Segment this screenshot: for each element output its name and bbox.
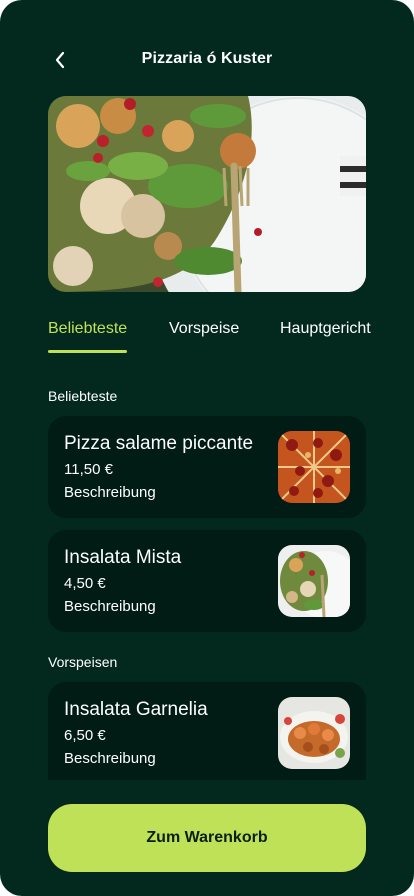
tab-beliebteste[interactable]: Beliebteste bbox=[48, 320, 127, 338]
mixed-salad-image bbox=[278, 545, 350, 617]
item-name: Pizza salame piccante bbox=[64, 433, 254, 454]
shrimp-platter-image bbox=[278, 697, 350, 769]
header: Pizzaria ó Kuster bbox=[0, 40, 414, 80]
pizza-image bbox=[278, 431, 350, 503]
item-description: Beschreibung bbox=[64, 750, 156, 767]
go-to-cart-button[interactable]: Zum Warenkorb bbox=[48, 804, 366, 872]
menu-item-card[interactable]: Insalata Garnelia 6,50 € Beschreibung bbox=[48, 682, 366, 780]
item-price: 6,50 € bbox=[64, 727, 106, 744]
item-name: Insalata Mista bbox=[64, 547, 182, 568]
page-title: Pizzaria ó Kuster bbox=[141, 50, 273, 67]
tab-hauptgericht[interactable]: Hauptgericht bbox=[280, 320, 371, 338]
item-description: Beschreibung bbox=[64, 598, 156, 615]
category-tabs: Beliebteste Vorspeise Hauptgericht bbox=[48, 320, 414, 356]
item-description: Beschreibung bbox=[64, 484, 156, 501]
menu-item-card[interactable]: Insalata Mista 4,50 € Beschreibung bbox=[48, 530, 366, 632]
item-name: Insalata Garnelia bbox=[64, 699, 208, 720]
hero-image bbox=[48, 96, 366, 292]
section-label-vorspeisen: Vorspeisen bbox=[48, 654, 118, 670]
tab-vorspeise[interactable]: Vorspeise bbox=[169, 320, 239, 338]
active-tab-indicator bbox=[48, 350, 127, 353]
section-label-beliebteste: Beliebteste bbox=[48, 388, 118, 404]
item-price: 11,50 € bbox=[64, 461, 113, 478]
item-price: 4,50 € bbox=[64, 575, 106, 592]
app-screen: Pizzaria ó Kuster Beliebteste Vorspeise … bbox=[0, 0, 414, 896]
menu-item-card[interactable]: Pizza salame piccante 11,50 € Beschreibu… bbox=[48, 416, 366, 518]
